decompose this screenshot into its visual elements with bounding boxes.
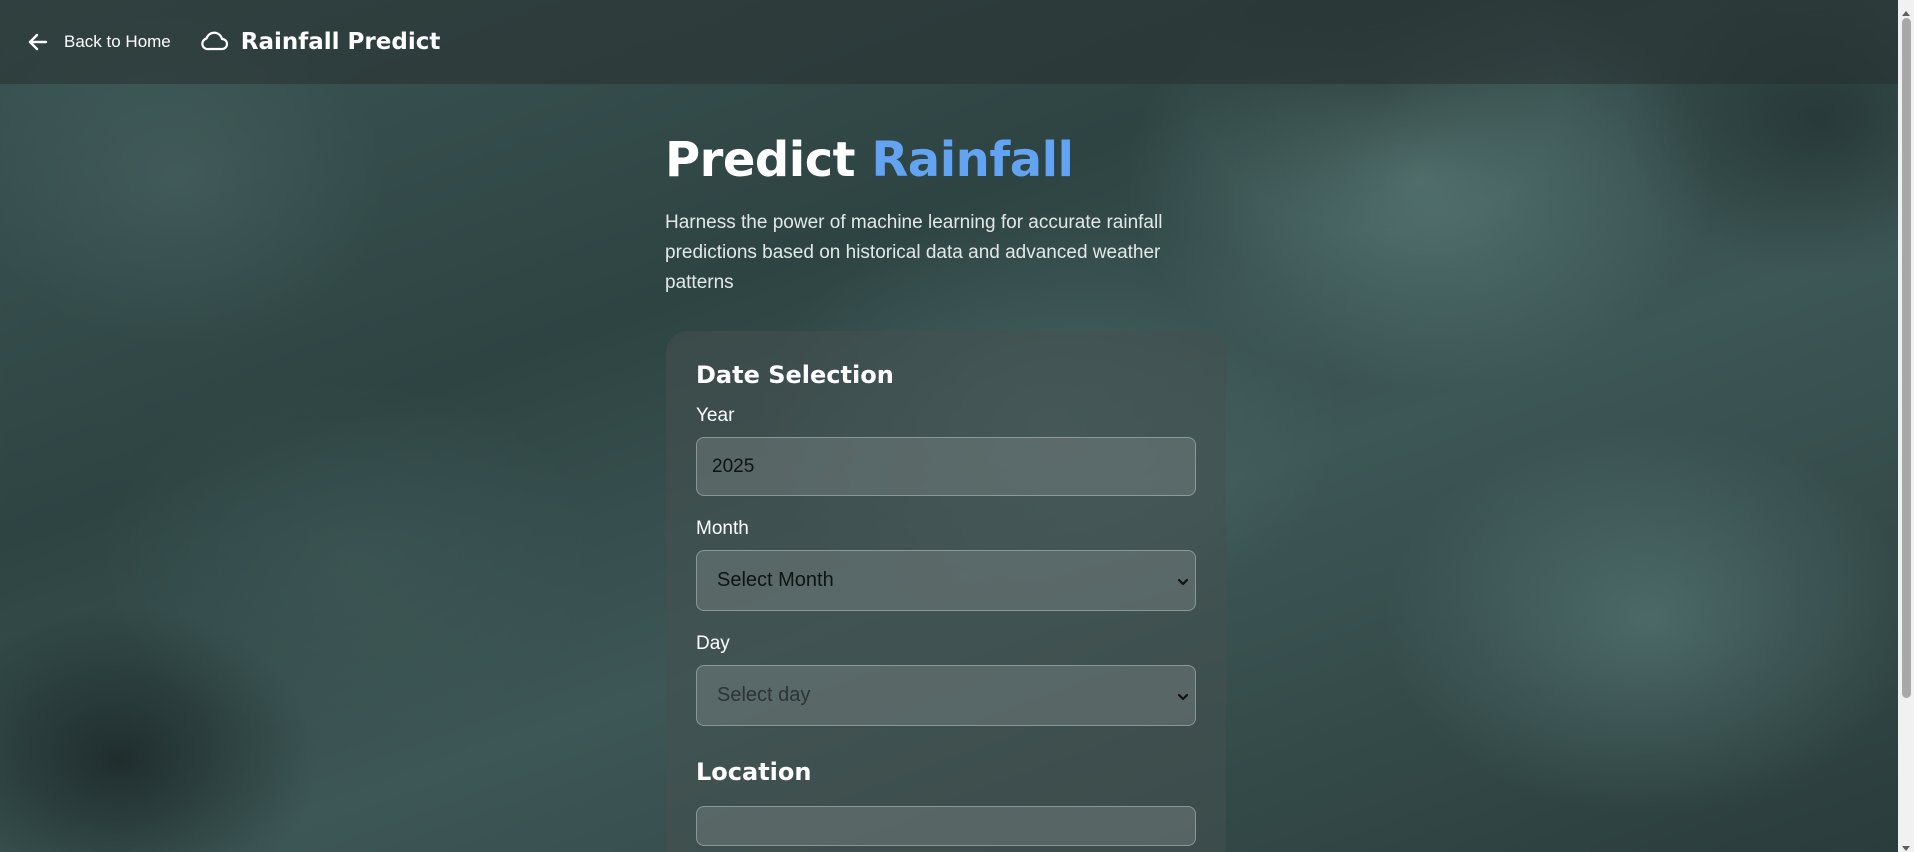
location-title: Location (696, 758, 812, 786)
year-label: Year (696, 405, 735, 426)
year-input-value: 2025 (712, 455, 755, 477)
day-label: Day (696, 633, 730, 654)
chevron-down-icon (1175, 688, 1191, 704)
day-select-value: Select day (717, 684, 811, 706)
hero-section: Predict Rainfall Harness the power of ma… (665, 128, 1225, 298)
location-field[interactable] (696, 806, 1196, 846)
chevron-down-icon (1175, 573, 1191, 589)
scrollbar-thumb[interactable] (1902, 18, 1911, 698)
vertical-scrollbar[interactable] (1898, 0, 1914, 852)
scroll-up-arrow-icon[interactable] (1901, 4, 1911, 16)
top-nav-bar: Back to Home Rainfall Predict (0, 0, 1898, 84)
arrow-left-icon (26, 30, 50, 54)
page-title-accent: Rainfall (871, 132, 1074, 188)
year-input[interactable]: 2025 (696, 437, 1196, 496)
back-to-home-link[interactable]: Back to Home (26, 30, 171, 54)
month-label: Month (696, 518, 749, 539)
scroll-down-arrow-icon[interactable] (1901, 838, 1911, 851)
page-subtitle: Harness the power of machine learning fo… (665, 212, 1163, 293)
prediction-form-card: Date Selection Year 2025 Month Select Mo… (666, 331, 1226, 852)
page-title: Predict Rainfall (665, 128, 1225, 192)
cloud-icon (201, 29, 231, 55)
page-title-main: Predict (665, 132, 856, 188)
month-select[interactable]: Select Month (696, 550, 1196, 611)
brand: Rainfall Predict (201, 29, 441, 55)
brand-title: Rainfall Predict (240, 29, 441, 55)
day-select[interactable]: Select day (696, 665, 1196, 726)
date-selection-title: Date Selection (696, 361, 894, 389)
back-to-home-label: Back to Home (64, 32, 171, 51)
month-select-value: Select Month (717, 569, 834, 591)
